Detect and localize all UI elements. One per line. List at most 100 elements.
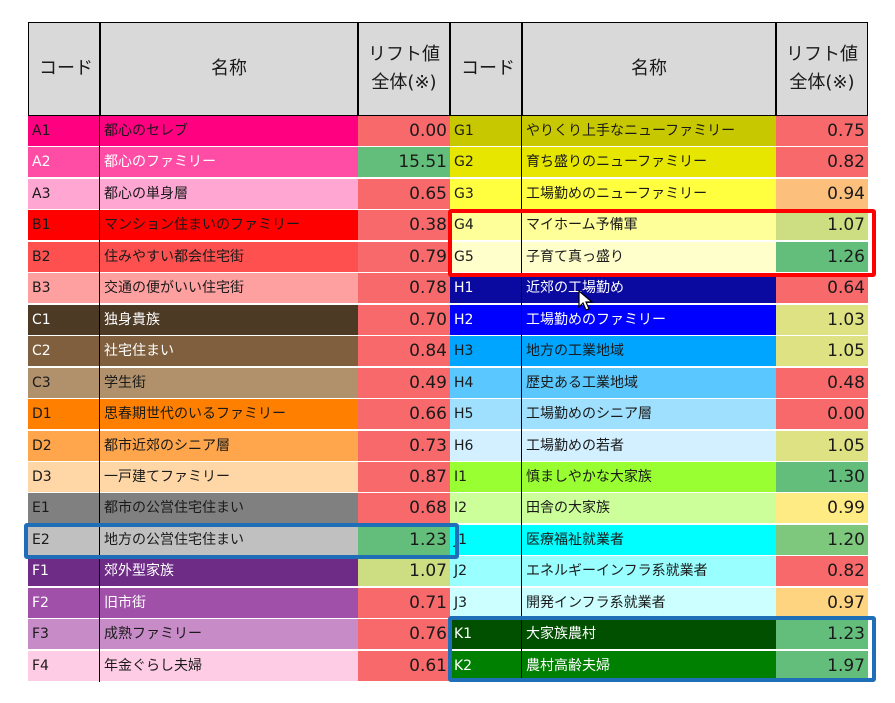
row-name-cell: 開発インフラ系就業者 xyxy=(522,587,776,619)
row-code-cell: F2 xyxy=(28,587,100,619)
header-lift-left: リフト値 全体(※) xyxy=(358,22,450,116)
row-code-cell: B2 xyxy=(28,241,100,273)
row-code-cell: C1 xyxy=(28,304,100,336)
row-lift-value-cell: 0.82 xyxy=(776,556,868,588)
row-code-cell: B3 xyxy=(28,273,100,305)
row-name-cell: 交通の便がいい住宅街 xyxy=(100,273,358,305)
row-lift-value-cell: 0.64 xyxy=(776,273,868,305)
row-lift-value-cell: 0.79 xyxy=(358,241,450,273)
row-name-cell: 都市の公営住宅住まい xyxy=(100,493,358,525)
row-lift-value-cell: 0.00 xyxy=(776,399,868,431)
row-name-cell: 学生街 xyxy=(100,367,358,399)
row-lift-value-cell: 0.65 xyxy=(358,178,450,210)
row-lift-value-cell: 0.97 xyxy=(776,587,868,619)
row-lift-value-cell: 0.00 xyxy=(358,116,450,147)
row-name-cell: 都心のセレブ xyxy=(100,116,358,147)
row-lift-value-cell: 1.03 xyxy=(776,304,868,336)
row-code-cell: J2 xyxy=(450,556,522,588)
row-name-cell: 旧市街 xyxy=(100,587,358,619)
row-lift-value-cell: 0.68 xyxy=(358,493,450,525)
row-lift-value-cell: 0.61 xyxy=(358,650,450,682)
row-name-cell: 思春期世代のいるファミリー xyxy=(100,399,358,431)
row-lift-value-cell: 0.82 xyxy=(776,147,868,179)
row-lift-value-cell: 0.87 xyxy=(358,461,450,493)
row-name-cell: 住みやすい都会住宅街 xyxy=(100,241,358,273)
row-name-cell: 都心の単身層 xyxy=(100,178,358,210)
header-lift-right-line2: 全体(※) xyxy=(789,72,855,93)
row-lift-value-cell: 1.30 xyxy=(776,461,868,493)
row-name-cell: 都市近郊のシニア層 xyxy=(100,430,358,462)
column-divider xyxy=(521,116,522,682)
column-divider xyxy=(99,116,100,682)
row-name-cell: 医療福祉就業者 xyxy=(522,524,776,556)
row-lift-value-cell: 0.71 xyxy=(358,587,450,619)
header-code-left: コード xyxy=(28,22,100,116)
row-code-cell: A3 xyxy=(28,178,100,210)
row-lift-value-cell: 0.75 xyxy=(776,116,868,147)
highlight-box-g4-g5 xyxy=(448,209,876,277)
row-lift-value-cell: 0.99 xyxy=(776,493,868,525)
row-lift-value-cell: 1.20 xyxy=(776,524,868,556)
row-code-cell: H3 xyxy=(450,336,522,368)
row-code-cell: H5 xyxy=(450,399,522,431)
row-name-cell: エネルギーインフラ系就業者 xyxy=(522,556,776,588)
header-code-left-label: コード xyxy=(39,58,93,79)
row-code-cell: A2 xyxy=(28,147,100,179)
row-code-cell: H2 xyxy=(450,304,522,336)
header-code-right-label: コード xyxy=(461,58,515,79)
row-lift-value-cell: 0.84 xyxy=(358,336,450,368)
row-name-cell: 成熟ファミリー xyxy=(100,619,358,651)
row-lift-value-cell: 0.78 xyxy=(358,273,450,305)
row-code-cell: B1 xyxy=(28,210,100,242)
row-lift-value-cell: 1.05 xyxy=(776,430,868,462)
mouse-pointer-icon xyxy=(578,290,594,311)
row-code-cell: D1 xyxy=(28,399,100,431)
row-lift-value-cell: 15.51 xyxy=(358,147,450,179)
header-lift-left-line2: 全体(※) xyxy=(371,72,437,93)
header-name-left-label: 名称 xyxy=(211,58,247,79)
row-code-cell: E1 xyxy=(28,493,100,525)
row-lift-value-cell: 0.76 xyxy=(358,619,450,651)
row-name-cell: 郊外型家族 xyxy=(100,556,358,588)
header-name-right: 名称 xyxy=(522,22,776,116)
header-lift-right-label: リフト値 全体(※) xyxy=(786,41,858,97)
row-code-cell: A1 xyxy=(28,116,100,147)
row-code-cell: J3 xyxy=(450,587,522,619)
row-code-cell: H6 xyxy=(450,430,522,462)
header-lift-left-line1: リフト値 xyxy=(368,44,440,65)
row-name-cell: 育ち盛りのニューファミリー xyxy=(522,147,776,179)
row-name-cell: 近郊の工場勤め xyxy=(522,273,776,305)
row-lift-value-cell: 1.07 xyxy=(358,556,450,588)
row-name-cell: やりくり上手なニューファミリー xyxy=(522,116,776,147)
row-lift-value-cell: 0.48 xyxy=(776,367,868,399)
lift-value-table: コード 名称 リフト値 全体(※) コード 名称 リフト値 全体(※) A1 都心… xyxy=(28,22,868,682)
row-lift-value-cell: 0.73 xyxy=(358,430,450,462)
header-code-right: コード xyxy=(450,22,522,116)
row-lift-value-cell: 0.94 xyxy=(776,178,868,210)
row-name-cell: 工場勤めのシニア層 xyxy=(522,399,776,431)
row-name-cell: 慎ましやかな大家族 xyxy=(522,461,776,493)
row-lift-value-cell: 1.05 xyxy=(776,336,868,368)
row-name-cell: 工場勤めの若者 xyxy=(522,430,776,462)
row-code-cell: D3 xyxy=(28,461,100,493)
header-lift-right-line1: リフト値 xyxy=(786,44,858,65)
row-code-cell: J1 xyxy=(450,524,522,556)
row-code-cell: G2 xyxy=(450,147,522,179)
row-lift-value-cell: 0.66 xyxy=(358,399,450,431)
header-lift-left-label: リフト値 全体(※) xyxy=(368,41,440,97)
header-lift-right: リフト値 全体(※) xyxy=(776,22,868,116)
row-lift-value-cell: 0.49 xyxy=(358,367,450,399)
row-code-cell: C2 xyxy=(28,336,100,368)
row-name-cell: 地方の工業地域 xyxy=(522,336,776,368)
row-name-cell: 独身貴族 xyxy=(100,304,358,336)
row-name-cell: 一戸建てファミリー xyxy=(100,461,358,493)
row-code-cell: I2 xyxy=(450,493,522,525)
row-code-cell: C3 xyxy=(28,367,100,399)
row-name-cell: 田舎の大家族 xyxy=(522,493,776,525)
row-code-cell: F3 xyxy=(28,619,100,651)
row-lift-value-cell: 0.38 xyxy=(358,210,450,242)
row-code-cell: G3 xyxy=(450,178,522,210)
highlight-box-k1-k2 xyxy=(448,616,876,682)
row-name-cell: 歴史ある工業地域 xyxy=(522,367,776,399)
highlight-box-e2 xyxy=(24,523,459,559)
